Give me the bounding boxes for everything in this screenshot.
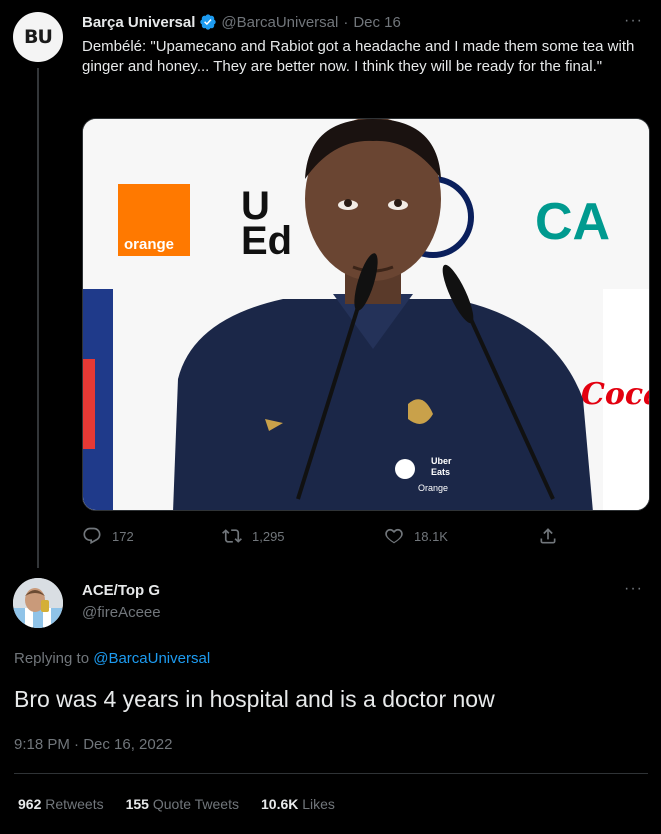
likes-stat-count: 10.6K <box>261 796 299 812</box>
reply-handle[interactable]: @fireAceee <box>82 604 161 621</box>
reply-author-name[interactable]: ACE/Top G <box>82 582 160 599</box>
parent-more-icon[interactable]: ··· <box>624 12 643 30</box>
retweet-icon <box>222 529 242 543</box>
replying-prefix: Replying to <box>14 650 90 667</box>
header-separator: · <box>343 13 349 31</box>
coca-cola-text: Coca <box>581 377 650 412</box>
shirt-sponsor-3: Orange <box>418 483 448 493</box>
quotes-stat-label: Quote Tweets <box>152 796 239 812</box>
reply-icon <box>83 527 101 545</box>
likes-stat-label: Likes <box>302 796 335 812</box>
retweet-count: 1,295 <box>252 528 285 544</box>
retweets-stat[interactable]: 962 Retweets <box>18 796 104 812</box>
parent-avatar[interactable]: BU <box>13 12 63 62</box>
ca-logo-text: CA <box>535 193 610 251</box>
like-icon <box>385 528 403 544</box>
parent-handle[interactable]: @BarcaUniversal <box>221 14 338 31</box>
parent-tweet-text: Dembélé: "Upamecano and Rabiot got a hea… <box>82 38 635 75</box>
reply-tweet-text: Bro was 4 years in hospital and is a doc… <box>14 686 495 712</box>
quotes-stat-count: 155 <box>125 796 149 812</box>
parent-action-bar: 172 1,295 18.1K <box>82 526 642 550</box>
press-conference-photo: orange U Ed CA Coca Uber E <box>83 119 650 510</box>
divider-top <box>14 773 648 774</box>
reply-timestamp[interactable]: 9:18 PM · Dec 16, 2022 <box>14 736 172 753</box>
retweets-stat-label: Retweets <box>45 796 104 812</box>
share-button[interactable] <box>538 526 558 546</box>
shirt-sponsor-2: Eats <box>431 467 450 477</box>
reply-stats: 962 Retweets 155 Quote Tweets 10.6K Like… <box>18 796 335 812</box>
like-button[interactable]: 18.1K <box>384 526 448 546</box>
thread-line <box>37 68 39 568</box>
parent-author-name[interactable]: Barça Universal <box>82 14 195 31</box>
reply-avatar-photo <box>13 578 63 628</box>
parent-header: Barça Universal @BarcaUniversal · Dec 16 <box>82 13 401 31</box>
replying-to: Replying to @BarcaUniversal <box>14 650 210 667</box>
likes-stat[interactable]: 10.6K Likes <box>261 796 335 812</box>
retweet-button[interactable]: 1,295 <box>222 526 285 546</box>
orange-logo-text: orange <box>124 236 174 253</box>
share-icon <box>540 528 556 544</box>
ue-text-bottom: Ed <box>241 219 292 263</box>
quotes-stat[interactable]: 155 Quote Tweets <box>126 796 239 812</box>
reply-avatar[interactable] <box>13 578 63 628</box>
parent-date[interactable]: Dec 16 <box>353 14 401 31</box>
avatar-logo-text: BU <box>24 26 53 48</box>
retweets-stat-count: 962 <box>18 796 42 812</box>
replying-handle-link[interactable]: @BarcaUniversal <box>93 650 210 667</box>
reply-button[interactable]: 172 <box>82 526 134 546</box>
reply-count: 172 <box>112 528 134 544</box>
reply-more-icon[interactable]: ··· <box>624 580 643 598</box>
like-count: 18.1K <box>414 528 448 544</box>
verified-icon <box>200 14 217 30</box>
tweet-media-image[interactable]: orange U Ed CA Coca Uber E <box>82 118 650 511</box>
shirt-sponsor-1: Uber <box>431 456 452 466</box>
